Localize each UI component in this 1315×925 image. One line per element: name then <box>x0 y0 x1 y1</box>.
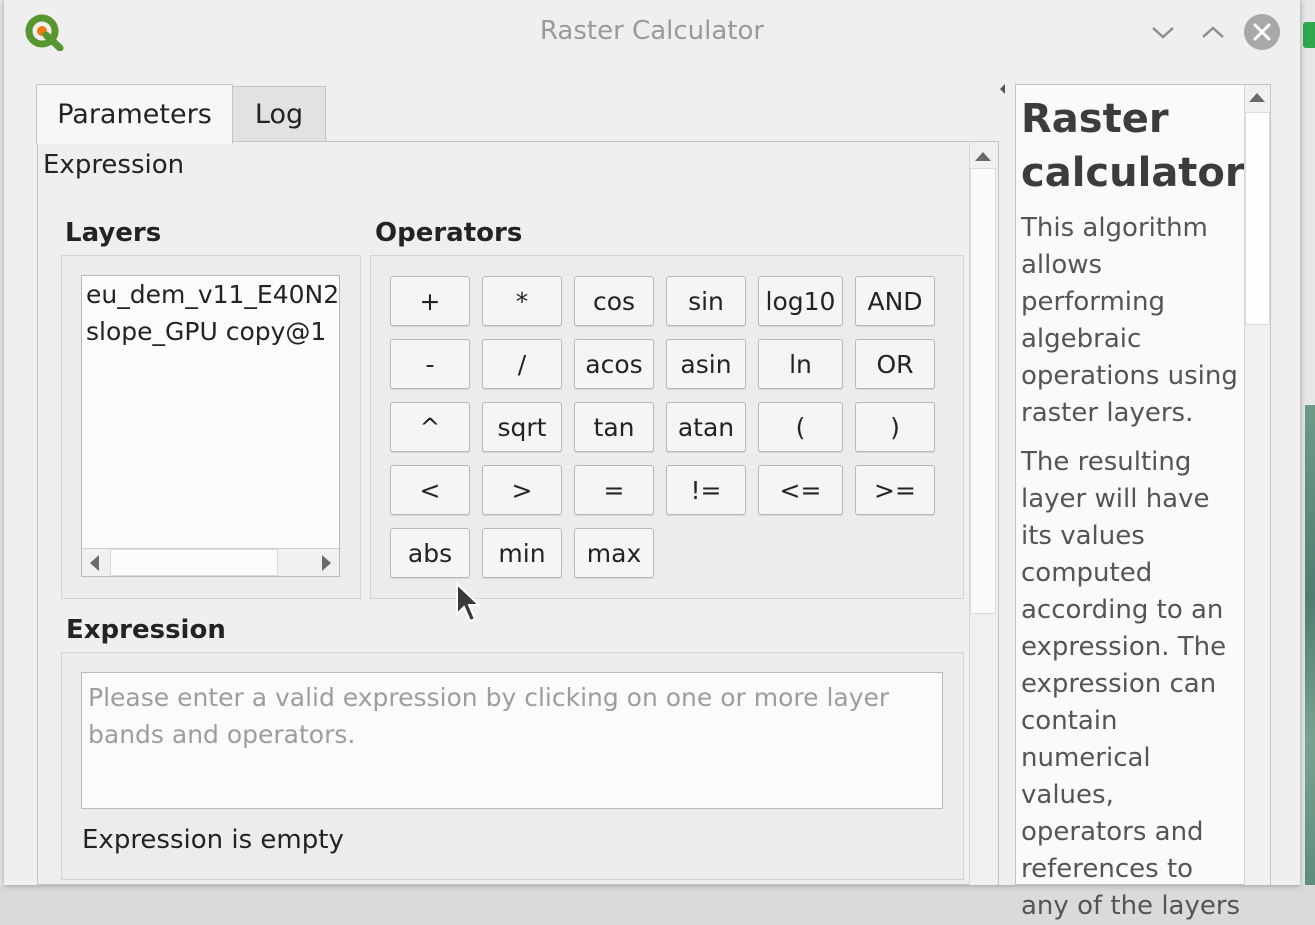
operator-multiply-button[interactable]: * <box>482 276 562 326</box>
help-scroll-up-icon[interactable] <box>1249 93 1265 102</box>
operator-greater-equal-button[interactable]: >= <box>855 465 935 515</box>
tab-parameters[interactable]: Parameters <box>36 84 233 144</box>
minimize-button[interactable] <box>1149 18 1177 46</box>
background-map-canvas <box>1305 405 1315 885</box>
operator-divide-button[interactable]: / <box>482 339 562 389</box>
operator-plus-button[interactable]: + <box>390 276 470 326</box>
maximize-button[interactable] <box>1199 18 1227 46</box>
list-item[interactable]: eu_dem_v11_E40N20 <box>86 280 339 309</box>
operator-ln-button[interactable]: ln <box>758 339 843 389</box>
scroll-right-icon[interactable] <box>322 555 331 571</box>
operator-acos-button[interactable]: acos <box>574 339 654 389</box>
raster-calculator-dialog: Raster Calculator Parameters Log Express… <box>4 0 1300 921</box>
chevron-up-icon <box>1202 26 1224 38</box>
help-paragraph-1: This algorithm allows performing algebra… <box>1021 213 1238 428</box>
operator-atan-button[interactable]: atan <box>666 402 746 452</box>
close-button[interactable] <box>1244 14 1280 50</box>
operators-group-label: Operators <box>375 218 523 248</box>
list-item[interactable]: slope_GPU copy@1 <box>86 317 326 346</box>
tab-log-label: Log <box>254 99 304 130</box>
operator-open-paren-button[interactable]: ( <box>758 402 843 452</box>
operator-not-equal-button[interactable]: != <box>666 465 746 515</box>
close-icon <box>1253 23 1271 41</box>
help-title: Raster calculator <box>1021 96 1245 196</box>
collapse-help-icon[interactable] <box>1000 84 1005 94</box>
operator-power-button[interactable]: ^ <box>390 402 470 452</box>
scroll-up-icon[interactable] <box>975 152 991 161</box>
operator-cos-button[interactable]: cos <box>574 276 654 326</box>
operator-asin-button[interactable]: asin <box>666 339 746 389</box>
operator-abs-button[interactable]: abs <box>390 528 470 578</box>
operator-less-than-button[interactable]: < <box>390 465 470 515</box>
operator-max-button[interactable]: max <box>574 528 654 578</box>
operator-minus-button[interactable]: - <box>390 339 470 389</box>
operator-sin-button[interactable]: sin <box>666 276 746 326</box>
help-paragraph-2: The resulting layer will have its values… <box>1021 447 1241 921</box>
operator-min-button[interactable]: min <box>482 528 562 578</box>
expression-group-label: Expression <box>66 615 226 645</box>
tab-log[interactable]: Log <box>232 86 326 142</box>
expression-status: Expression is empty <box>82 825 344 855</box>
parameters-scroll-thumb[interactable] <box>970 168 996 614</box>
scroll-left-icon[interactable] <box>90 555 99 571</box>
chevron-down-icon <box>1152 27 1174 39</box>
layers-list[interactable]: eu_dem_v11_E40N20 slope_GPU copy@1 <box>81 275 340 577</box>
operator-greater-than-button[interactable]: > <box>482 465 562 515</box>
background-toolbar-button <box>1303 22 1315 48</box>
expression-section-label: Expression <box>43 150 185 180</box>
operator-close-paren-button[interactable]: ) <box>855 402 935 452</box>
mouse-cursor-icon <box>456 582 481 623</box>
operator-less-equal-button[interactable]: <= <box>758 465 843 515</box>
help-scroll-thumb[interactable] <box>1245 112 1270 325</box>
layers-group-label: Layers <box>65 218 162 248</box>
operator-tan-button[interactable]: tan <box>574 402 654 452</box>
operator-or-button[interactable]: OR <box>855 339 935 389</box>
operator-and-button[interactable]: AND <box>855 276 935 326</box>
operator-equal-button[interactable]: = <box>574 465 654 515</box>
tab-parameters-label: Parameters <box>57 99 212 130</box>
expression-textarea[interactable]: Please enter a valid expression by click… <box>81 672 943 809</box>
title-bar: Raster Calculator <box>4 0 1300 64</box>
operator-sqrt-button[interactable]: sqrt <box>482 402 562 452</box>
scroll-thumb[interactable] <box>110 549 278 576</box>
window-title: Raster Calculator <box>539 16 765 46</box>
operator-log10-button[interactable]: log10 <box>758 276 843 326</box>
layers-horizontal-scrollbar[interactable] <box>82 548 339 576</box>
